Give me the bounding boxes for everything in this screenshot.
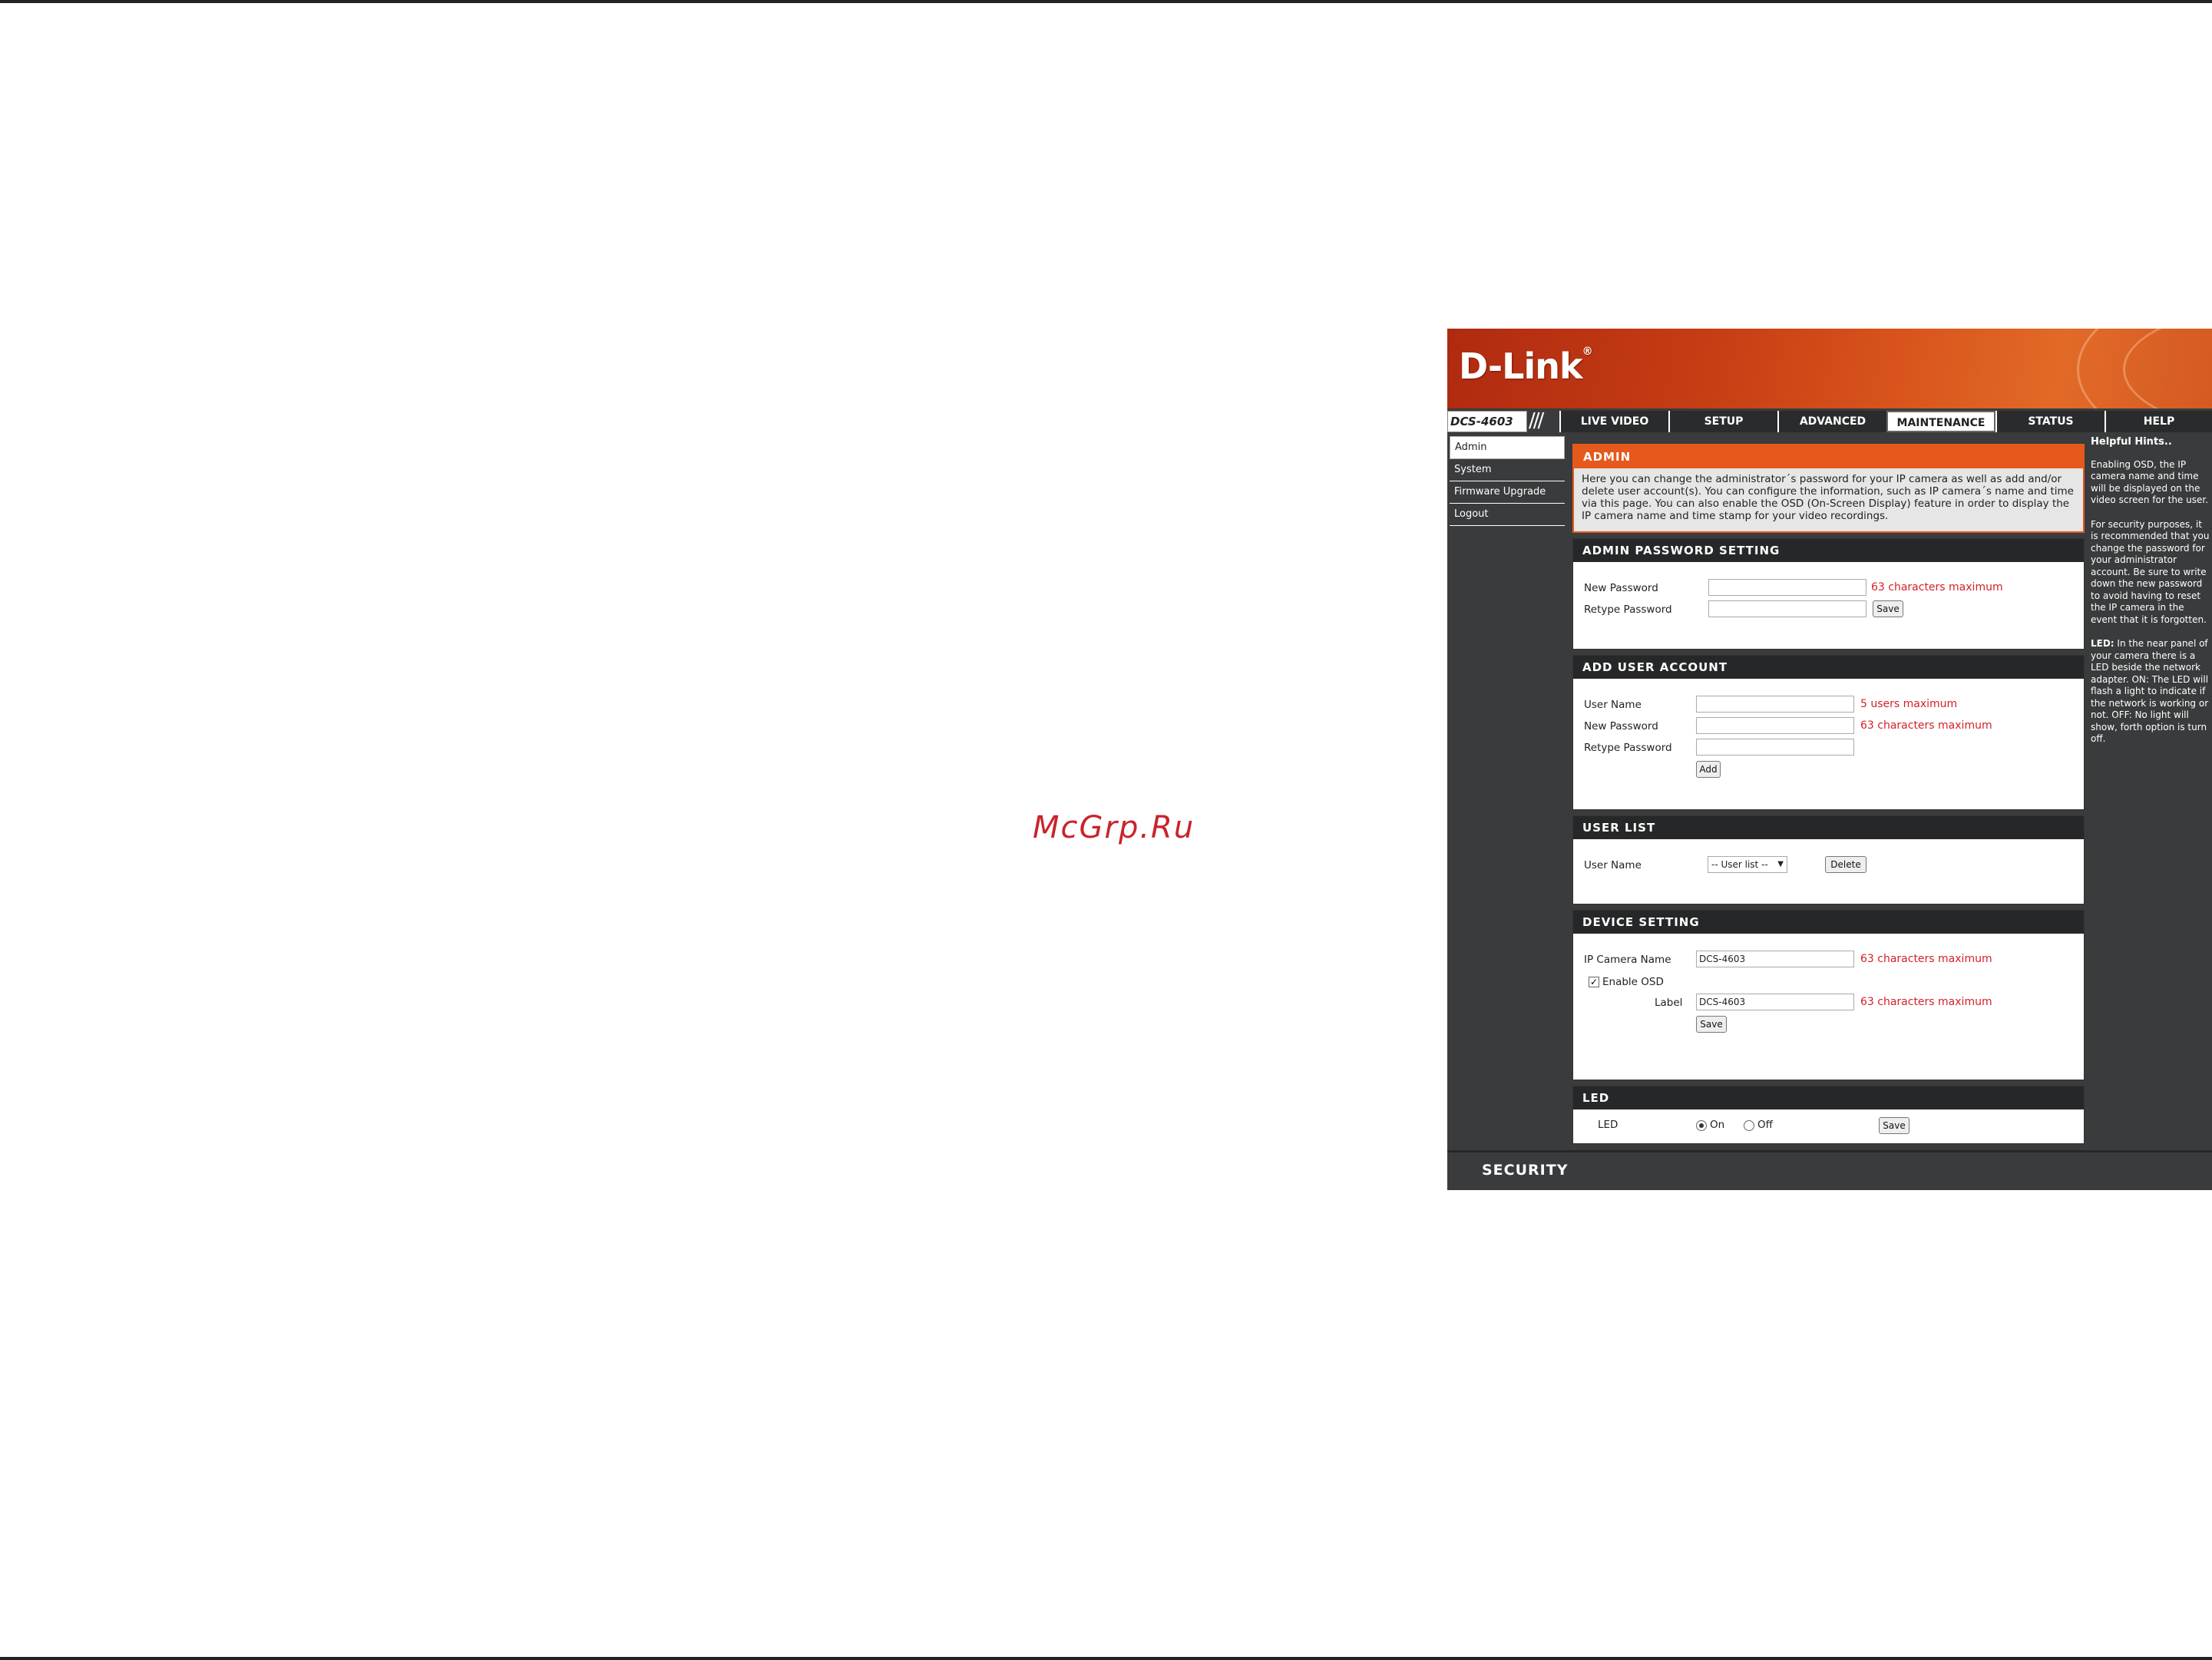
user-name-max-hint: 5 users maximum	[1860, 698, 1958, 710]
sidebar-item-logout[interactable]: Logout	[1450, 504, 1565, 526]
slash-decoration: ///	[1529, 409, 1544, 432]
hint-led: LED: In the near panel of your camera th…	[2091, 638, 2212, 746]
osd-label-input[interactable]: DCS-4603	[1696, 994, 1854, 1010]
enable-osd-label: Enable OSD	[1602, 976, 1664, 988]
add-user-title: ADD USER ACCOUNT	[1573, 656, 2084, 679]
add-user-section: ADD USER ACCOUNT User Name 5 users maxim…	[1572, 655, 2085, 810]
led-title: LED	[1573, 1086, 2084, 1109]
user-list-name-label: User Name	[1584, 859, 1642, 871]
tab-advanced[interactable]: ADVANCED	[1777, 411, 1886, 432]
admin-title: ADMIN	[1574, 445, 2083, 468]
footer-security-label: SECURITY	[1482, 1162, 1569, 1179]
admin-password-section: ADMIN PASSWORD SETTING New Password 63 c…	[1572, 538, 2085, 650]
led-off-radio[interactable]	[1744, 1120, 1754, 1131]
delete-user-button[interactable]: Delete	[1825, 856, 1866, 873]
add-user-retype-password-label: Retype Password	[1584, 742, 1672, 754]
admin-password-save-button[interactable]: Save	[1873, 600, 1903, 617]
led-on-radio[interactable]	[1696, 1120, 1707, 1131]
dlink-web-ui: D-Link® DCS-4603 /// LIVE VIDEO SETUP AD…	[1447, 329, 2212, 1190]
led-label: LED	[1598, 1119, 1618, 1131]
helpful-hints-title: Helpful Hints..	[2091, 436, 2172, 448]
header-banner: D-Link®	[1447, 329, 2212, 408]
led-section: LED LED On Off Save	[1572, 1086, 2085, 1144]
chevron-down-icon: ▼	[1777, 860, 1784, 868]
add-user-name-input[interactable]	[1696, 696, 1854, 713]
user-list-select[interactable]: -- User list -- ▼	[1708, 856, 1787, 873]
model-label: DCS-4603	[1447, 411, 1527, 432]
device-setting-title: DEVICE SETTING	[1573, 911, 2084, 934]
led-on-label: On	[1710, 1119, 1725, 1131]
tab-setup[interactable]: SETUP	[1668, 411, 1777, 432]
add-user-button[interactable]: Add	[1696, 761, 1721, 778]
hint-led-heading: LED:	[2091, 638, 2114, 649]
sidebar-item-admin[interactable]: Admin	[1450, 436, 1565, 459]
admin-intro-box: ADMIN Here you can change the administra…	[1572, 444, 2085, 533]
hint-security: For security purposes, it is recommended…	[2091, 518, 2210, 625]
hint-osd: Enabling OSD, the IP camera name and tim…	[2091, 458, 2209, 506]
new-password-label: New Password	[1584, 582, 1658, 594]
footer-bar: SECURITY	[1447, 1150, 2212, 1190]
device-setting-save-button[interactable]: Save	[1696, 1016, 1727, 1033]
osd-label-label: Label	[1655, 997, 1683, 1009]
add-user-new-password-input[interactable]	[1696, 717, 1854, 734]
ip-camera-name-input[interactable]: DCS-4603	[1696, 951, 1854, 967]
page-top-rule	[0, 0, 2212, 3]
page-bottom-rule	[0, 1657, 2212, 1660]
osd-label-max-hint: 63 characters maximum	[1860, 996, 1992, 1008]
ip-camera-name-label: IP Camera Name	[1584, 954, 1671, 966]
sidebar-item-system[interactable]: System	[1450, 459, 1565, 481]
tab-help[interactable]: HELP	[2105, 411, 2212, 432]
watermark-text: McGrp.Ru	[1033, 810, 1195, 845]
add-user-new-password-label: New Password	[1584, 720, 1658, 732]
dlink-logo: D-Link®	[1459, 346, 1593, 387]
led-off-label: Off	[1757, 1119, 1773, 1131]
helpful-hints-panel: Helpful Hints.. Enabling OSD, the IP cam…	[2091, 436, 2212, 758]
admin-password-max-hint: 63 characters maximum	[1871, 581, 2003, 594]
device-setting-section: DEVICE SETTING IP Camera Name DCS-4603 6…	[1572, 910, 2085, 1080]
led-save-button[interactable]: Save	[1879, 1117, 1909, 1134]
enable-osd-checkbox[interactable]: ✓	[1589, 977, 1599, 987]
retype-password-label: Retype Password	[1584, 603, 1672, 616]
tab-maintenance[interactable]: MAINTENANCE	[1886, 411, 1995, 432]
tab-live-video[interactable]: LIVE VIDEO	[1559, 411, 1668, 432]
add-user-retype-password-input[interactable]	[1696, 739, 1854, 756]
sidebar-item-firmware-upgrade[interactable]: Firmware Upgrade	[1450, 481, 1565, 504]
user-list-title: USER LIST	[1573, 816, 2084, 839]
admin-password-title: ADMIN PASSWORD SETTING	[1573, 539, 2084, 562]
user-list-section: USER LIST User Name -- User list -- ▼ Del…	[1572, 815, 2085, 904]
hint-led-text: In the near panel of your camera there i…	[2091, 638, 2209, 744]
admin-description: Here you can change the administrator´s …	[1582, 473, 2074, 522]
camera-name-max-hint: 63 characters maximum	[1860, 953, 1992, 965]
tab-status[interactable]: STATUS	[1995, 411, 2105, 432]
top-navigation: DCS-4603 /// LIVE VIDEO SETUP ADVANCED M…	[1447, 408, 2212, 435]
admin-retype-password-input[interactable]	[1708, 600, 1866, 617]
admin-new-password-input[interactable]	[1708, 579, 1866, 596]
sidebar-menu: Admin System Firmware Upgrade Logout	[1450, 436, 1565, 526]
add-user-password-max-hint: 63 characters maximum	[1860, 719, 1992, 732]
user-name-label: User Name	[1584, 699, 1642, 711]
